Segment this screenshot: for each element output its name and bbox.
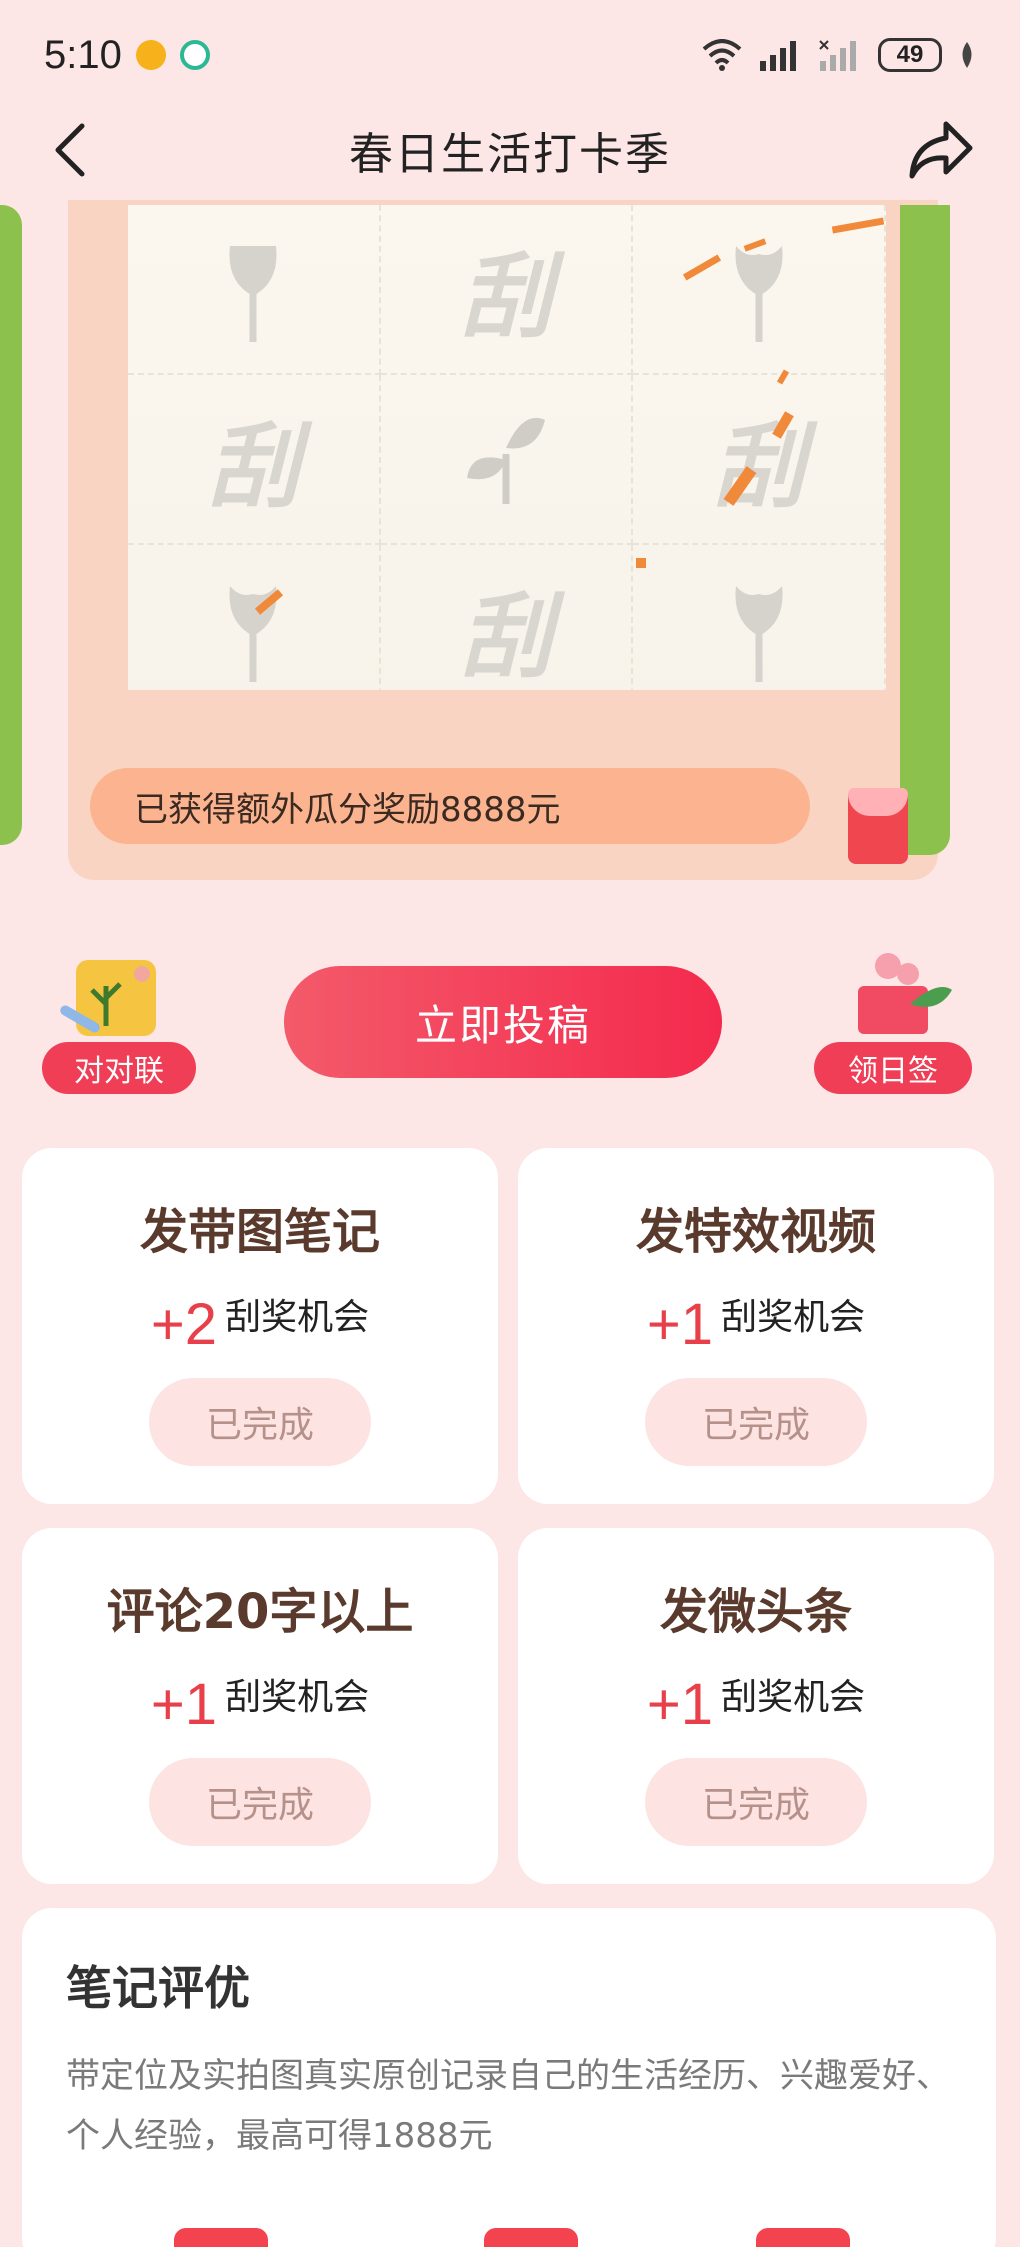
tulip-icon <box>735 586 783 682</box>
eval-title: 笔记评优 <box>66 1961 250 2015</box>
task-status-button[interactable]: 已完成 <box>149 1758 371 1846</box>
nav-bar: 春日生活打卡季 <box>0 100 1020 200</box>
submit-post-button[interactable]: 立即投稿 <box>284 966 722 1078</box>
signal-icon <box>760 41 796 71</box>
signal-off-icon <box>819 40 856 71</box>
task-title: 发特效视频 <box>635 1204 876 1260</box>
eval-tab-2[interactable] <box>484 2228 578 2247</box>
weibo-icon <box>135 40 166 70</box>
task-status-button[interactable]: 已完成 <box>645 1378 867 1466</box>
eval-tab-1[interactable] <box>174 2228 268 2247</box>
scratch-cell-2[interactable]: 刮 <box>380 205 634 375</box>
battery-indicator: 49 <box>878 38 942 72</box>
tulip-icon <box>229 246 277 342</box>
task-card-effect-video: 发特效视频 +1 刮奖机会 已完成 <box>518 1148 994 1504</box>
task-reward: +2 刮奖机会 <box>151 1288 369 1354</box>
task-reward-count: +1 <box>150 1672 218 1737</box>
reward-banner: 已获得额外瓜分奖励8888元 <box>90 768 810 844</box>
task-reward-label: 刮奖机会 <box>721 1677 866 1718</box>
scratch-cell-6[interactable]: 刮 <box>633 375 886 545</box>
task-card-comment: 评论20字以上 +1 刮奖机会 已完成 <box>22 1528 498 1884</box>
task-reward-label: 刮奖机会 <box>225 1677 370 1718</box>
task-card-micro-headline: 发微头条 +1 刮奖机会 已完成 <box>518 1528 994 1884</box>
task-reward-count: +1 <box>646 1292 714 1357</box>
task-reward-label: 刮奖机会 <box>721 1297 866 1338</box>
daily-sign-button[interactable]: 领日签 <box>814 1042 972 1094</box>
prev-card-edge <box>0 205 22 845</box>
task-card-image-note: 发带图笔记 +2 刮奖机会 已完成 <box>22 1148 498 1504</box>
scratch-cell-5[interactable] <box>380 375 634 545</box>
status-time: 5:10 <box>44 32 122 77</box>
task-reward-count: +2 <box>150 1292 218 1357</box>
scratch-board[interactable]: 刮 刮 刮 刮 <box>128 205 886 715</box>
task-reward: +1 刮奖机会 <box>647 1668 865 1734</box>
tulip-icon <box>229 586 277 682</box>
share-icon[interactable] <box>906 118 976 182</box>
couplet-button[interactable]: 对对联 <box>42 1042 196 1094</box>
back-arrow-icon[interactable] <box>44 120 104 180</box>
task-reward-count: +1 <box>646 1672 714 1737</box>
board-torn-edge <box>128 690 886 720</box>
task-title: 发带图笔记 <box>139 1204 380 1260</box>
task-reward: +1 刮奖机会 <box>647 1288 865 1354</box>
next-card-edge <box>900 205 950 855</box>
task-status-button[interactable]: 已完成 <box>645 1758 867 1846</box>
task-status-button[interactable]: 已完成 <box>149 1378 371 1466</box>
eval-description: 带定位及实拍图真实原创记录自己的生活经历、兴趣爱好、个人经验，最高可得1888元 <box>66 2056 950 2156</box>
status-indicators: 49 <box>702 38 976 72</box>
task-title: 发微头条 <box>659 1584 852 1640</box>
leaf-sprout-icon <box>466 417 545 504</box>
red-packet-icon[interactable] <box>848 788 908 864</box>
note-evaluation-card: 笔记评优 带定位及实拍图真实原创记录自己的生活经历、兴趣爱好、个人经验，最高可得… <box>22 1908 996 2247</box>
tulip-icon <box>735 246 783 342</box>
task-reward: +1 刮奖机会 <box>151 1668 369 1734</box>
sync-app-icon <box>179 40 210 70</box>
confetti <box>636 558 646 568</box>
scratch-cell-4[interactable]: 刮 <box>128 375 381 545</box>
task-reward-label: 刮奖机会 <box>225 1297 370 1338</box>
task-title: 评论20字以上 <box>106 1584 414 1640</box>
couplet-art-icon <box>60 960 156 1036</box>
wifi-icon <box>702 39 742 71</box>
status-bar: 5:10 49 <box>0 0 1020 110</box>
scratch-cell-1[interactable] <box>128 205 381 375</box>
page-title: 春日生活打卡季 <box>349 129 671 180</box>
eval-tab-3[interactable] <box>756 2228 850 2247</box>
leaf-icon <box>962 42 972 68</box>
daily-sign-art-icon <box>858 953 952 1034</box>
